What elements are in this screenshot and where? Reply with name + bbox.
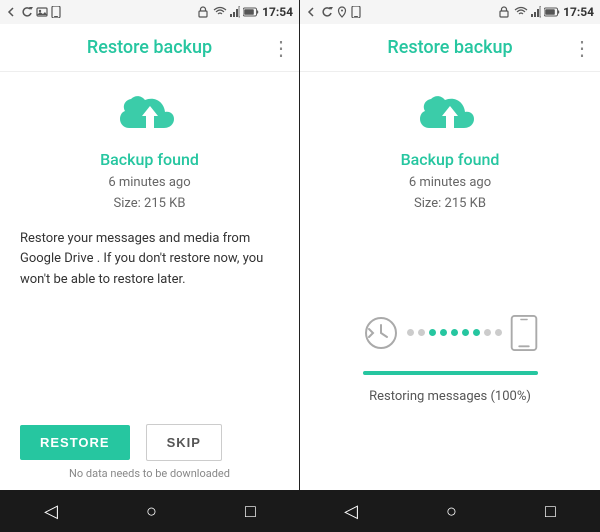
dots-progress <box>407 329 502 336</box>
lock-icon-r <box>497 6 511 18</box>
content-left: Backup found 6 minutes ago Size: 215 KB … <box>0 72 299 490</box>
phone-icon <box>510 315 538 351</box>
refresh-icon-status-r <box>321 6 333 18</box>
lock-icon <box>196 6 210 18</box>
battery-icon <box>243 6 259 18</box>
backup-found-label-left: Backup found <box>100 150 199 169</box>
progress-dot <box>440 329 447 336</box>
backup-size-left: Size: 215 KB <box>108 194 190 215</box>
buttons-area: RESTORE SKIP <box>20 408 279 467</box>
skip-button[interactable]: SKIP <box>146 424 222 461</box>
cloud-upload-icon-right <box>420 92 480 142</box>
progress-dot <box>407 329 414 336</box>
progress-dot <box>429 329 436 336</box>
nav-bar-right: ◁ ○ □ <box>300 490 600 532</box>
home-nav-right[interactable]: ○ <box>446 501 457 522</box>
back-nav-left[interactable]: ◁ <box>44 501 58 522</box>
right-screen: 17:54 Restore backup ⋮ Backup found 6 mi… <box>300 0 600 490</box>
backup-found-label-right: Backup found <box>401 150 500 169</box>
nav-bar-left: ◁ ○ □ <box>0 490 300 532</box>
progress-bar-fill <box>363 371 538 375</box>
status-time-left: 17:54 <box>196 5 293 19</box>
signal-icon <box>230 6 240 18</box>
back-icon-status-r <box>306 6 318 18</box>
battery-icon-r <box>544 6 560 18</box>
backup-time-left: 6 minutes ago <box>108 173 190 194</box>
progress-dot <box>473 329 480 336</box>
cloud-upload-icon <box>120 92 180 142</box>
progress-dot <box>451 329 458 336</box>
progress-bar-container <box>363 371 538 375</box>
progress-dot <box>495 329 502 336</box>
status-bar-right: 17:54 <box>300 0 600 24</box>
location-icon-status-r <box>336 6 348 18</box>
back-nav-right[interactable]: ◁ <box>344 501 358 522</box>
nav-bars: ◁ ○ □ ◁ ○ □ <box>0 490 600 532</box>
wifi-icon <box>213 6 227 18</box>
top-bar-left: Restore backup ⋮ <box>0 24 299 72</box>
status-icons-right <box>306 6 361 18</box>
history-icon <box>363 315 399 351</box>
footer-note: No data needs to be downloaded <box>69 467 230 490</box>
progress-area: Restoring messages (100%) <box>343 229 558 490</box>
menu-icon-left[interactable]: ⋮ <box>271 36 291 60</box>
time-display: 17:54 <box>262 5 293 19</box>
recent-nav-left[interactable]: □ <box>245 501 256 522</box>
backup-meta-right: 6 minutes ago Size: 215 KB <box>409 173 491 215</box>
wifi-icon-r <box>514 6 528 18</box>
progress-dot <box>484 329 491 336</box>
restoring-text: Restoring messages (100%) <box>369 389 531 404</box>
menu-icon-right[interactable]: ⋮ <box>572 36 592 60</box>
back-icon-status <box>6 6 18 18</box>
restore-button[interactable]: RESTORE <box>20 425 130 460</box>
status-bar-left: 17:54 <box>0 0 299 24</box>
restore-description: Restore your messages and media from Goo… <box>20 229 279 291</box>
content-right: Backup found 6 minutes ago Size: 215 KB <box>300 72 600 490</box>
phone-status-icon <box>51 6 61 18</box>
time-display-right: 17:54 <box>563 5 594 19</box>
refresh-icon-status <box>21 6 33 18</box>
phone-status-icon-r <box>351 6 361 18</box>
progress-dot <box>418 329 425 336</box>
left-screen: 17:54 Restore backup ⋮ Backup found 6 mi… <box>0 0 300 490</box>
backup-size-right: Size: 215 KB <box>409 194 491 215</box>
status-icons-left <box>6 6 61 18</box>
photo-icon-status <box>36 6 48 18</box>
page-title-right: Restore backup <box>387 37 512 58</box>
progress-visual <box>363 315 538 351</box>
recent-nav-right[interactable]: □ <box>545 501 556 522</box>
signal-icon-r <box>531 6 541 18</box>
backup-time-right: 6 minutes ago <box>409 173 491 194</box>
top-bar-right: Restore backup ⋮ <box>300 24 600 72</box>
progress-dot <box>462 329 469 336</box>
page-title-left: Restore backup <box>87 37 212 58</box>
backup-meta-left: 6 minutes ago Size: 215 KB <box>108 173 190 215</box>
home-nav-left[interactable]: ○ <box>146 501 157 522</box>
status-time-right: 17:54 <box>497 5 594 19</box>
